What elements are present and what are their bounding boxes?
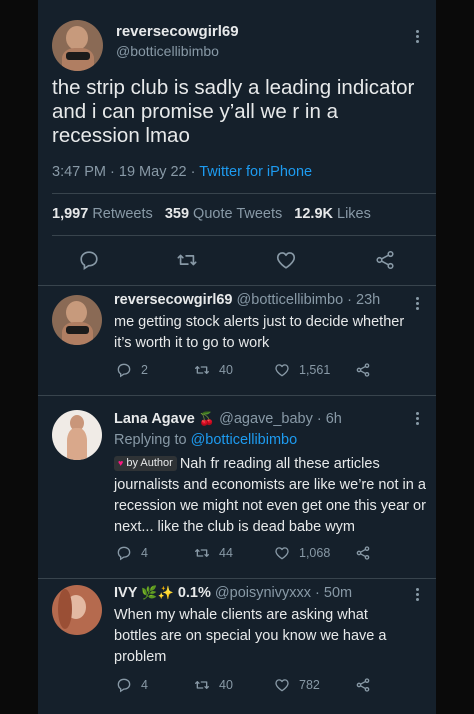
author-badge-label: by Author [126,457,173,469]
more-icon[interactable] [412,30,422,45]
reply-time[interactable]: 6h [326,411,342,427]
reply-text: When my whale clients are asking what bo… [114,607,387,665]
retweets-label[interactable]: Retweets [92,206,152,222]
reply-button[interactable] [78,249,100,271]
share-icon [376,250,394,270]
cherry-emoji-icon: 🍒 [198,412,216,427]
likes-label[interactable]: Likes [337,206,371,222]
like-count: 1,068 [299,546,331,560]
main-tweet-text: the strip club is sadly a leading indica… [52,76,415,147]
more-icon[interactable] [412,297,422,312]
like-button[interactable] [275,249,297,271]
replying-to-handle[interactable]: @botticellibimbo [191,432,298,448]
main-tweet-source[interactable]: Twitter for iPhone [199,164,312,180]
reply-display-name[interactable]: Lana Agave [114,411,195,427]
retweet-icon [195,366,209,374]
divider [52,235,436,236]
reply-text: me getting stock alerts just to decide w… [114,314,405,351]
reply-display-name[interactable]: IVY [114,585,137,601]
reply-avatar[interactable] [52,585,102,635]
like-icon [275,364,289,377]
main-tweet-display-name[interactable]: reversecowgirl69 [116,23,239,40]
main-tweet-date: 19 May 22 [118,164,187,180]
reply-button[interactable]: 4 [116,677,148,693]
main-tweet-avatar[interactable] [52,20,103,71]
reply-actions: 4 40 782 [38,677,436,703]
likes-count[interactable]: 12.9K [294,206,333,222]
divider [38,285,436,286]
reply-button[interactable]: 4 [116,545,148,561]
share-icon [356,546,370,560]
replying-prefix: Replying to [114,432,187,448]
reply-time[interactable]: 23h [356,292,380,308]
like-button[interactable]: 1,068 [274,545,330,561]
main-tweet-time: 3:47 PM [52,164,106,180]
reply-icon [117,546,131,561]
author-badge: ♥ by Author [114,456,177,471]
retweet-count: 40 [219,678,233,692]
retweet-button[interactable]: 40 [194,362,233,378]
quotes-count[interactable]: 359 [165,206,189,222]
reply-handle[interactable]: @agave_baby [219,411,313,427]
herb-sparkles-emoji-icon: 🌿✨ [141,586,174,601]
main-tweet-handle[interactable]: @botticellibimbo [116,43,219,59]
reply-icon [117,363,131,378]
tweet-thread-panel: reversecowgirl69 @botticellibimbo the st… [38,0,436,714]
retweet-icon [195,549,209,557]
reply-time[interactable]: 50m [324,585,352,601]
reply-display-name[interactable]: reversecowgirl69 [114,292,233,308]
heart-icon: ♥ [118,458,124,468]
retweet-icon [195,681,209,689]
like-count: 782 [299,678,320,692]
divider [38,395,436,396]
divider [52,193,436,194]
share-button[interactable] [374,249,396,271]
main-tweet-actions [38,249,436,275]
reply-name-suffix: 0.1% [177,585,211,601]
reply-text-block: ♥ by Author Nah fr reading all these artic… [114,454,426,538]
reply-button[interactable]: 2 [116,362,148,378]
share-icon [356,678,370,692]
like-count: 1,561 [299,363,331,377]
retweets-count[interactable]: 1,997 [52,206,88,222]
like-icon [275,547,289,560]
like-icon [276,252,296,269]
share-icon [356,363,370,377]
share-button[interactable] [355,362,371,378]
more-icon[interactable] [412,588,422,603]
reply-actions: 4 44 1,068 [38,545,436,571]
like-icon [275,679,289,692]
reply-header: reversecowgirl69 @botticellibimbo · 23h [114,292,381,308]
retweet-count: 44 [219,546,233,560]
reply-count: 4 [141,678,148,692]
divider [38,578,436,579]
reply-handle[interactable]: @botticellibimbo [237,292,344,308]
reply-icon [117,678,131,693]
reply-header: Lana Agave 🍒 @agave_baby · 6h [114,411,342,427]
reply-avatar[interactable] [52,410,102,460]
retweet-button[interactable] [176,249,198,271]
main-tweet-meta: 3:47 PM · 19 May 22 · Twitter for iPhone [52,164,313,180]
reply-actions: 2 40 1,561 [38,362,436,388]
like-button[interactable]: 1,561 [274,362,330,378]
replying-to: Replying to @botticellibimbo [114,432,297,448]
quotes-label[interactable]: Quote Tweets [193,206,282,222]
retweet-button[interactable]: 40 [194,677,233,693]
retweet-button[interactable]: 44 [194,545,233,561]
reply-count: 2 [141,363,148,377]
reply-handle[interactable]: @poisynivyxxx [215,585,311,601]
reply-header: IVY 🌿✨ 0.1% @poisynivyxxx · 50m [114,585,353,601]
main-tweet-stats: 1,997 Retweets 359 Quote Tweets 12.9K Li… [52,206,371,222]
reply-icon [80,251,98,270]
share-button[interactable] [355,677,371,693]
retweet-count: 40 [219,363,233,377]
share-button[interactable] [355,545,371,561]
more-icon[interactable] [412,412,422,427]
like-button[interactable]: 782 [274,677,320,693]
reply-avatar[interactable] [52,295,102,345]
reply-count: 4 [141,546,148,560]
retweet-icon [177,254,197,266]
